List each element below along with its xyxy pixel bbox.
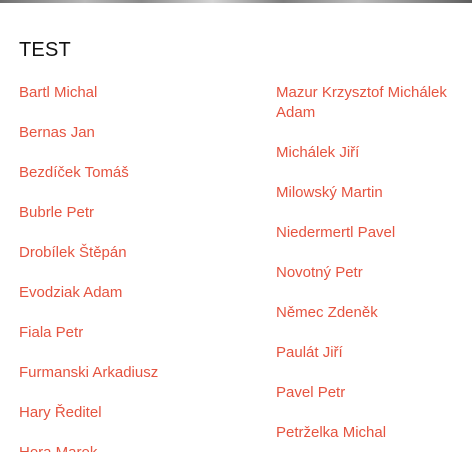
list-item: Hora Marek (19, 443, 254, 452)
name-link[interactable]: Petrželka Michal (276, 423, 466, 443)
list-item: Bubrle Petr (19, 203, 254, 223)
list-item: Bartl Michal (19, 83, 254, 103)
list-item: Michálek Jiří (276, 143, 466, 163)
name-link[interactable]: Niedermertl Pavel (276, 223, 466, 243)
name-list-left: Bartl Michal Bernas Jan Bezdíček Tomáš B… (19, 83, 254, 452)
name-link[interactable]: Hora Marek (19, 443, 254, 452)
list-item: Drobílek Štěpán (19, 243, 254, 263)
name-link[interactable]: Němec Zdeněk (276, 303, 466, 323)
name-link[interactable]: Michálek Jiří (276, 143, 466, 163)
list-item: Fiala Petr (19, 323, 254, 343)
name-link[interactable]: Mazur Krzysztof Michálek Adam (276, 83, 466, 123)
list-item: Paulát Jiří (276, 343, 466, 363)
list-item: Niedermertl Pavel (276, 223, 466, 243)
header-image-edge (0, 0, 472, 3)
list-item: Bezdíček Tomáš (19, 163, 254, 183)
name-link[interactable]: Bubrle Petr (19, 203, 254, 223)
name-link[interactable]: Furmanski Arkadiusz (19, 363, 254, 383)
name-link[interactable]: Novotný Petr (276, 263, 466, 283)
name-link[interactable]: Drobílek Štěpán (19, 243, 254, 263)
name-link[interactable]: Hary Ředitel (19, 403, 254, 423)
name-link[interactable]: Milowský Martin (276, 183, 466, 203)
list-item: Bernas Jan (19, 123, 254, 143)
list-item: Petrželka Michal (276, 423, 466, 443)
list-item: Furmanski Arkadiusz (19, 363, 254, 383)
list-item: Milowský Martin (276, 183, 466, 203)
list-item: Mazur Krzysztof Michálek Adam (276, 83, 466, 123)
name-link[interactable]: Bartl Michal (19, 83, 254, 103)
name-link[interactable]: Pavel Petr (276, 383, 466, 403)
name-link[interactable]: Paulát Jiří (276, 343, 466, 363)
list-item: Pavel Petr (276, 383, 466, 403)
name-link[interactable]: Fiala Petr (19, 323, 254, 343)
list-item: Evodziak Adam (19, 283, 254, 303)
list-item: Hary Ředitel (19, 403, 254, 423)
name-link[interactable]: Bernas Jan (19, 123, 254, 143)
name-link[interactable]: Bezdíček Tomáš (19, 163, 254, 183)
section-title: TEST (19, 39, 71, 61)
name-list-right: Mazur Krzysztof Michálek Adam Michálek J… (276, 83, 466, 443)
list-item: Němec Zdeněk (276, 303, 466, 323)
name-link[interactable]: Evodziak Adam (19, 283, 254, 303)
list-item: Novotný Petr (276, 263, 466, 283)
